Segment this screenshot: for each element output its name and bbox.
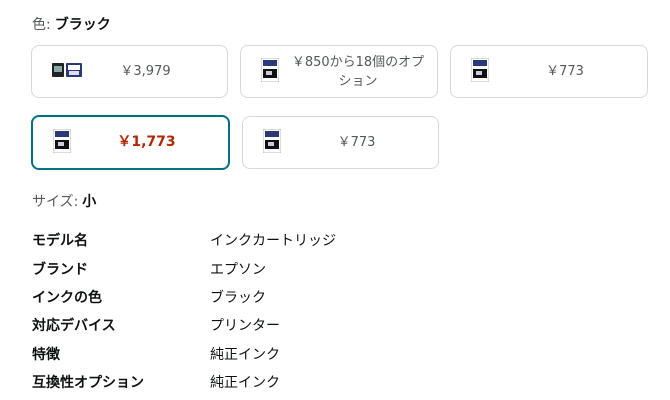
spec-row: ブランド エプソン bbox=[32, 254, 336, 282]
spec-key: インクの色 bbox=[32, 289, 102, 306]
spec-row: モデル名 インクカートリッジ bbox=[32, 226, 336, 254]
spec-row: 互換性オプション 純正インク bbox=[32, 368, 336, 396]
spec-key: ブランド bbox=[32, 261, 88, 278]
spec-key: 対応デバイス bbox=[32, 318, 116, 335]
ink-cartridge-icon bbox=[260, 57, 280, 86]
spec-table: モデル名 インクカートリッジ ブランド エプソン インクの色 ブラック 対応デバ… bbox=[32, 226, 336, 396]
swatch-option[interactable]: ￥850から18個のオプション bbox=[240, 45, 438, 98]
spec-value: エプソン bbox=[210, 261, 266, 278]
ink-cartridge-icon bbox=[52, 128, 72, 157]
spec-value: 純正インク bbox=[210, 346, 280, 363]
spec-value: 純正インク bbox=[210, 375, 280, 392]
swatch-option[interactable]: ￥773 bbox=[242, 116, 439, 169]
spec-value: プリンター bbox=[210, 318, 280, 335]
swatch-option-selected[interactable]: ￥1,773 bbox=[31, 115, 230, 170]
color-label: 色: ブラック bbox=[32, 14, 111, 34]
spec-value: ブラック bbox=[210, 289, 266, 306]
size-value: 小 bbox=[82, 194, 97, 210]
swatch-option[interactable]: ￥3,979 bbox=[31, 45, 228, 98]
spec-row: 特徴 純正インク bbox=[32, 340, 336, 368]
spec-key: モデル名 bbox=[32, 233, 88, 250]
ink-cartridge-icon bbox=[470, 57, 490, 86]
spec-row: 対応デバイス プリンター bbox=[32, 311, 336, 339]
ink-twin-pack-icon bbox=[52, 61, 82, 83]
size-label-text: サイズ: bbox=[32, 194, 79, 210]
ink-cartridge-icon bbox=[262, 128, 282, 157]
swatch-option[interactable]: ￥773 bbox=[450, 45, 648, 98]
spec-row: インクの色 ブラック bbox=[32, 283, 336, 311]
color-label-text: 色: bbox=[32, 17, 51, 33]
spec-value: インクカートリッジ bbox=[210, 233, 336, 250]
spec-key: 互換性オプション bbox=[32, 375, 144, 392]
color-value: ブラック bbox=[54, 17, 111, 33]
spec-key: 特徴 bbox=[32, 346, 60, 363]
size-label: サイズ: 小 bbox=[32, 191, 96, 211]
